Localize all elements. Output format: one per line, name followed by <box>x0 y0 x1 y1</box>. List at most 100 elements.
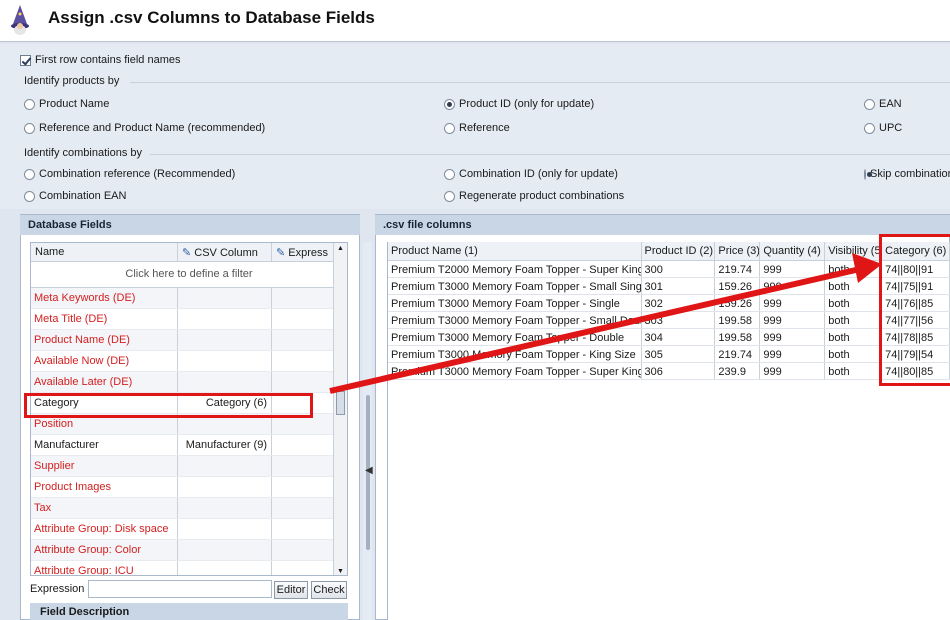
expression-input[interactable] <box>88 580 272 598</box>
collapse-left-icon[interactable]: ◀ <box>365 465 373 476</box>
table-row[interactable]: Product Name (DE) <box>31 330 347 351</box>
radio-combination-ean[interactable]: Combination EAN <box>24 190 126 202</box>
expression-cell[interactable] <box>272 540 332 560</box>
column-header-name[interactable]: Name <box>31 243 178 261</box>
table-row[interactable]: Premium T3000 Memory Foam Topper - Small… <box>388 312 950 329</box>
csv-column-cell[interactable] <box>178 288 272 308</box>
table-cell: 306 <box>642 363 716 379</box>
radio-dot[interactable] <box>24 122 35 134</box>
radio-dot[interactable] <box>864 168 872 180</box>
field-name-cell[interactable]: Attribute Group: ICU <box>31 561 178 575</box>
field-name-cell[interactable]: Attribute Group: Disk space <box>31 519 178 539</box>
radio-ean[interactable]: EAN <box>864 98 902 110</box>
radio-label: Reference and Product Name (recommended) <box>39 122 266 134</box>
table-row[interactable]: Attribute Group: Disk space <box>31 519 347 540</box>
table-row[interactable]: Meta Keywords (DE) <box>31 288 347 309</box>
expression-cell[interactable] <box>272 372 332 392</box>
radio-dot[interactable] <box>24 98 35 110</box>
field-name-cell[interactable]: Manufacturer <box>31 435 178 455</box>
table-row[interactable]: Premium T3000 Memory Foam Topper - King … <box>388 346 950 363</box>
expression-cell[interactable] <box>272 456 332 476</box>
radio-dot[interactable] <box>24 190 35 202</box>
field-name-cell[interactable]: Meta Title (DE) <box>31 309 178 329</box>
radio-dot[interactable] <box>444 98 455 110</box>
radio-skip-combinations[interactable]: Skip combinations <box>864 168 950 180</box>
csv-column-cell[interactable] <box>178 309 272 329</box>
table-row[interactable]: Premium T3000 Memory Foam Topper - Singl… <box>388 295 950 312</box>
expression-cell[interactable] <box>272 330 332 350</box>
table-row[interactable]: Available Now (DE) <box>31 351 347 372</box>
table-row[interactable]: Premium T3000 Memory Foam Topper - Small… <box>388 278 950 295</box>
scroll-up-icon[interactable]: ▲ <box>337 245 344 252</box>
csv-column-cell[interactable] <box>178 561 272 575</box>
expression-cell[interactable] <box>272 498 332 518</box>
radio-dot[interactable] <box>864 122 875 134</box>
csv-column-cell[interactable] <box>178 540 272 560</box>
table-cell: 219.74 <box>715 261 761 277</box>
first-row-checkbox[interactable]: First row contains field names <box>20 54 181 66</box>
csv-column-cell[interactable]: Manufacturer (9) <box>178 435 272 455</box>
table-row[interactable]: Premium T3000 Memory Foam Topper - Doubl… <box>388 329 950 346</box>
table-row[interactable]: Product Images <box>31 477 347 498</box>
csv-column-cell[interactable] <box>178 351 272 371</box>
table-row[interactable]: Tax <box>31 498 347 519</box>
expression-cell[interactable] <box>272 561 332 575</box>
radio-combination-reference[interactable]: Combination reference (Recommended) <box>24 168 235 180</box>
radio-upc[interactable]: UPC <box>864 122 902 134</box>
expression-cell[interactable] <box>272 519 332 539</box>
editor-button[interactable]: Editor <box>274 581 308 599</box>
field-name-cell[interactable]: Product Images <box>31 477 178 497</box>
field-name-cell[interactable]: Available Now (DE) <box>31 351 178 371</box>
table-row[interactable]: Premium T3000 Memory Foam Topper - Super… <box>388 363 950 380</box>
check-button[interactable]: Check <box>311 581 347 599</box>
table-row[interactable]: Meta Title (DE) <box>31 309 347 330</box>
field-name-cell[interactable]: Tax <box>31 498 178 518</box>
csv-column-cell[interactable] <box>178 456 272 476</box>
field-name-cell[interactable]: Available Later (DE) <box>31 372 178 392</box>
table-row[interactable]: Supplier <box>31 456 347 477</box>
expression-cell[interactable] <box>272 351 332 371</box>
table-row[interactable]: Premium T2000 Memory Foam Topper - Super… <box>388 261 950 278</box>
csv-column-header[interactable]: Price (3) <box>715 242 761 260</box>
radio-dot[interactable] <box>444 122 455 134</box>
expression-cell[interactable] <box>272 477 332 497</box>
csv-column-cell[interactable] <box>178 519 272 539</box>
csv-column-cell[interactable] <box>178 477 272 497</box>
csv-column-header[interactable]: Visibility (5) <box>825 242 883 260</box>
column-header-csv[interactable]: ✎ CSV Column <box>178 243 272 261</box>
scroll-down-icon[interactable]: ▼ <box>337 568 344 575</box>
filter-row[interactable]: Click here to define a filter <box>31 262 347 288</box>
expression-cell[interactable] <box>272 288 332 308</box>
csv-columns-grid[interactable]: Product Name (1) Product ID (2) Price (3… <box>387 242 950 620</box>
table-row[interactable]: Available Later (DE) <box>31 372 347 393</box>
field-name-cell[interactable]: Attribute Group: Color <box>31 540 178 560</box>
column-header-expression[interactable]: ✎ Express <box>272 243 334 261</box>
radio-dot[interactable] <box>24 168 35 180</box>
field-name-cell[interactable]: Meta Keywords (DE) <box>31 288 178 308</box>
csv-column-header[interactable]: Product ID (2) <box>642 242 716 260</box>
radio-regenerate-combinations[interactable]: Regenerate product combinations <box>444 190 624 202</box>
radio-dot[interactable] <box>444 190 455 202</box>
checkbox-mark[interactable] <box>20 54 31 66</box>
radio-reference-and-name[interactable]: Reference and Product Name (recommended) <box>24 122 265 134</box>
radio-product-name[interactable]: Product Name <box>24 98 109 110</box>
field-name-cell[interactable]: Product Name (DE) <box>31 330 178 350</box>
table-row[interactable]: Attribute Group: Color <box>31 540 347 561</box>
expression-cell[interactable] <box>272 309 332 329</box>
radio-dot[interactable] <box>864 98 875 110</box>
csv-column-header[interactable]: Product Name (1) <box>388 242 642 260</box>
table-row[interactable]: Attribute Group: ICU <box>31 561 347 575</box>
radio-reference[interactable]: Reference <box>444 122 510 134</box>
field-name-cell[interactable]: Supplier <box>31 456 178 476</box>
radio-product-id[interactable]: Product ID (only for update) <box>444 98 594 110</box>
csv-column-cell[interactable] <box>178 372 272 392</box>
radio-combination-id[interactable]: Combination ID (only for update) <box>444 168 618 180</box>
radio-dot[interactable] <box>444 168 455 180</box>
csv-column-cell[interactable] <box>178 498 272 518</box>
scrollbar-thumb[interactable] <box>336 391 345 415</box>
vertical-scrollbar[interactable]: ▲ ▼ <box>333 243 347 575</box>
csv-column-header[interactable]: Quantity (4) <box>760 242 826 260</box>
csv-column-cell[interactable] <box>178 330 272 350</box>
table-row[interactable]: Manufacturer Manufacturer (9) <box>31 435 347 456</box>
expression-cell[interactable] <box>272 435 332 455</box>
